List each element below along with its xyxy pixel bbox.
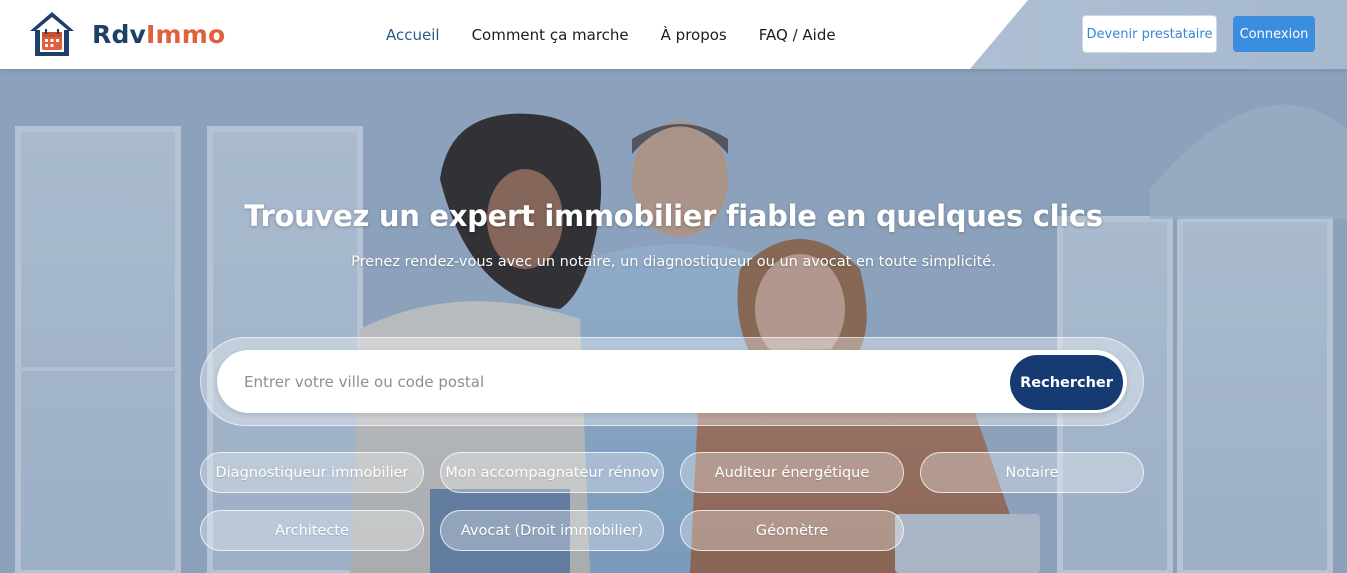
category-chip-avocat[interactable]: Avocat (Droit immobilier) [440, 510, 664, 551]
main-nav: Accueil Comment ça marche À propos FAQ /… [386, 0, 836, 69]
category-chip-architecte[interactable]: Architecte [200, 510, 424, 551]
logo-text-part1: Rdv [92, 19, 147, 49]
nav-link-faq-aide[interactable]: FAQ / Aide [759, 26, 836, 44]
category-chip-auditeur-energetique[interactable]: Auditeur énergétique [680, 452, 904, 493]
login-button[interactable]: Connexion [1233, 16, 1315, 52]
logo-text: RdvImmo [92, 20, 225, 49]
category-chip-diagnostiqueur-immobilier[interactable]: Diagnostiqueur immobilier [200, 452, 424, 493]
search-input[interactable] [244, 365, 984, 399]
nav-link-a-propos[interactable]: À propos [661, 26, 727, 44]
nav-link-comment-ca-marche[interactable]: Comment ça marche [472, 26, 629, 44]
logo-text-part2: Immo [146, 19, 226, 49]
site-header: RdvImmo Accueil Comment ça marche À prop… [0, 0, 1347, 69]
hero-overlay [0, 69, 1347, 573]
logo-link[interactable]: RdvImmo [27, 9, 225, 59]
category-chip-accompagnateur-renov[interactable]: Mon accompagnateur rénnov [440, 452, 664, 493]
house-calendar-icon [30, 12, 74, 56]
hero-title: Trouvez un expert immobilier fiable en q… [244, 199, 1103, 233]
search-button[interactable]: Rechercher [1010, 355, 1123, 410]
nav-link-accueil[interactable]: Accueil [386, 26, 440, 44]
hero-section: Trouvez un expert immobilier fiable en q… [0, 69, 1347, 573]
become-provider-button[interactable]: Devenir prestataire [1082, 15, 1217, 53]
hero-subtitle: Prenez rendez-vous avec un notaire, un d… [351, 254, 996, 270]
category-chip-notaire[interactable]: Notaire [920, 452, 1144, 493]
category-chip-geometre[interactable]: Géomètre [680, 510, 904, 551]
